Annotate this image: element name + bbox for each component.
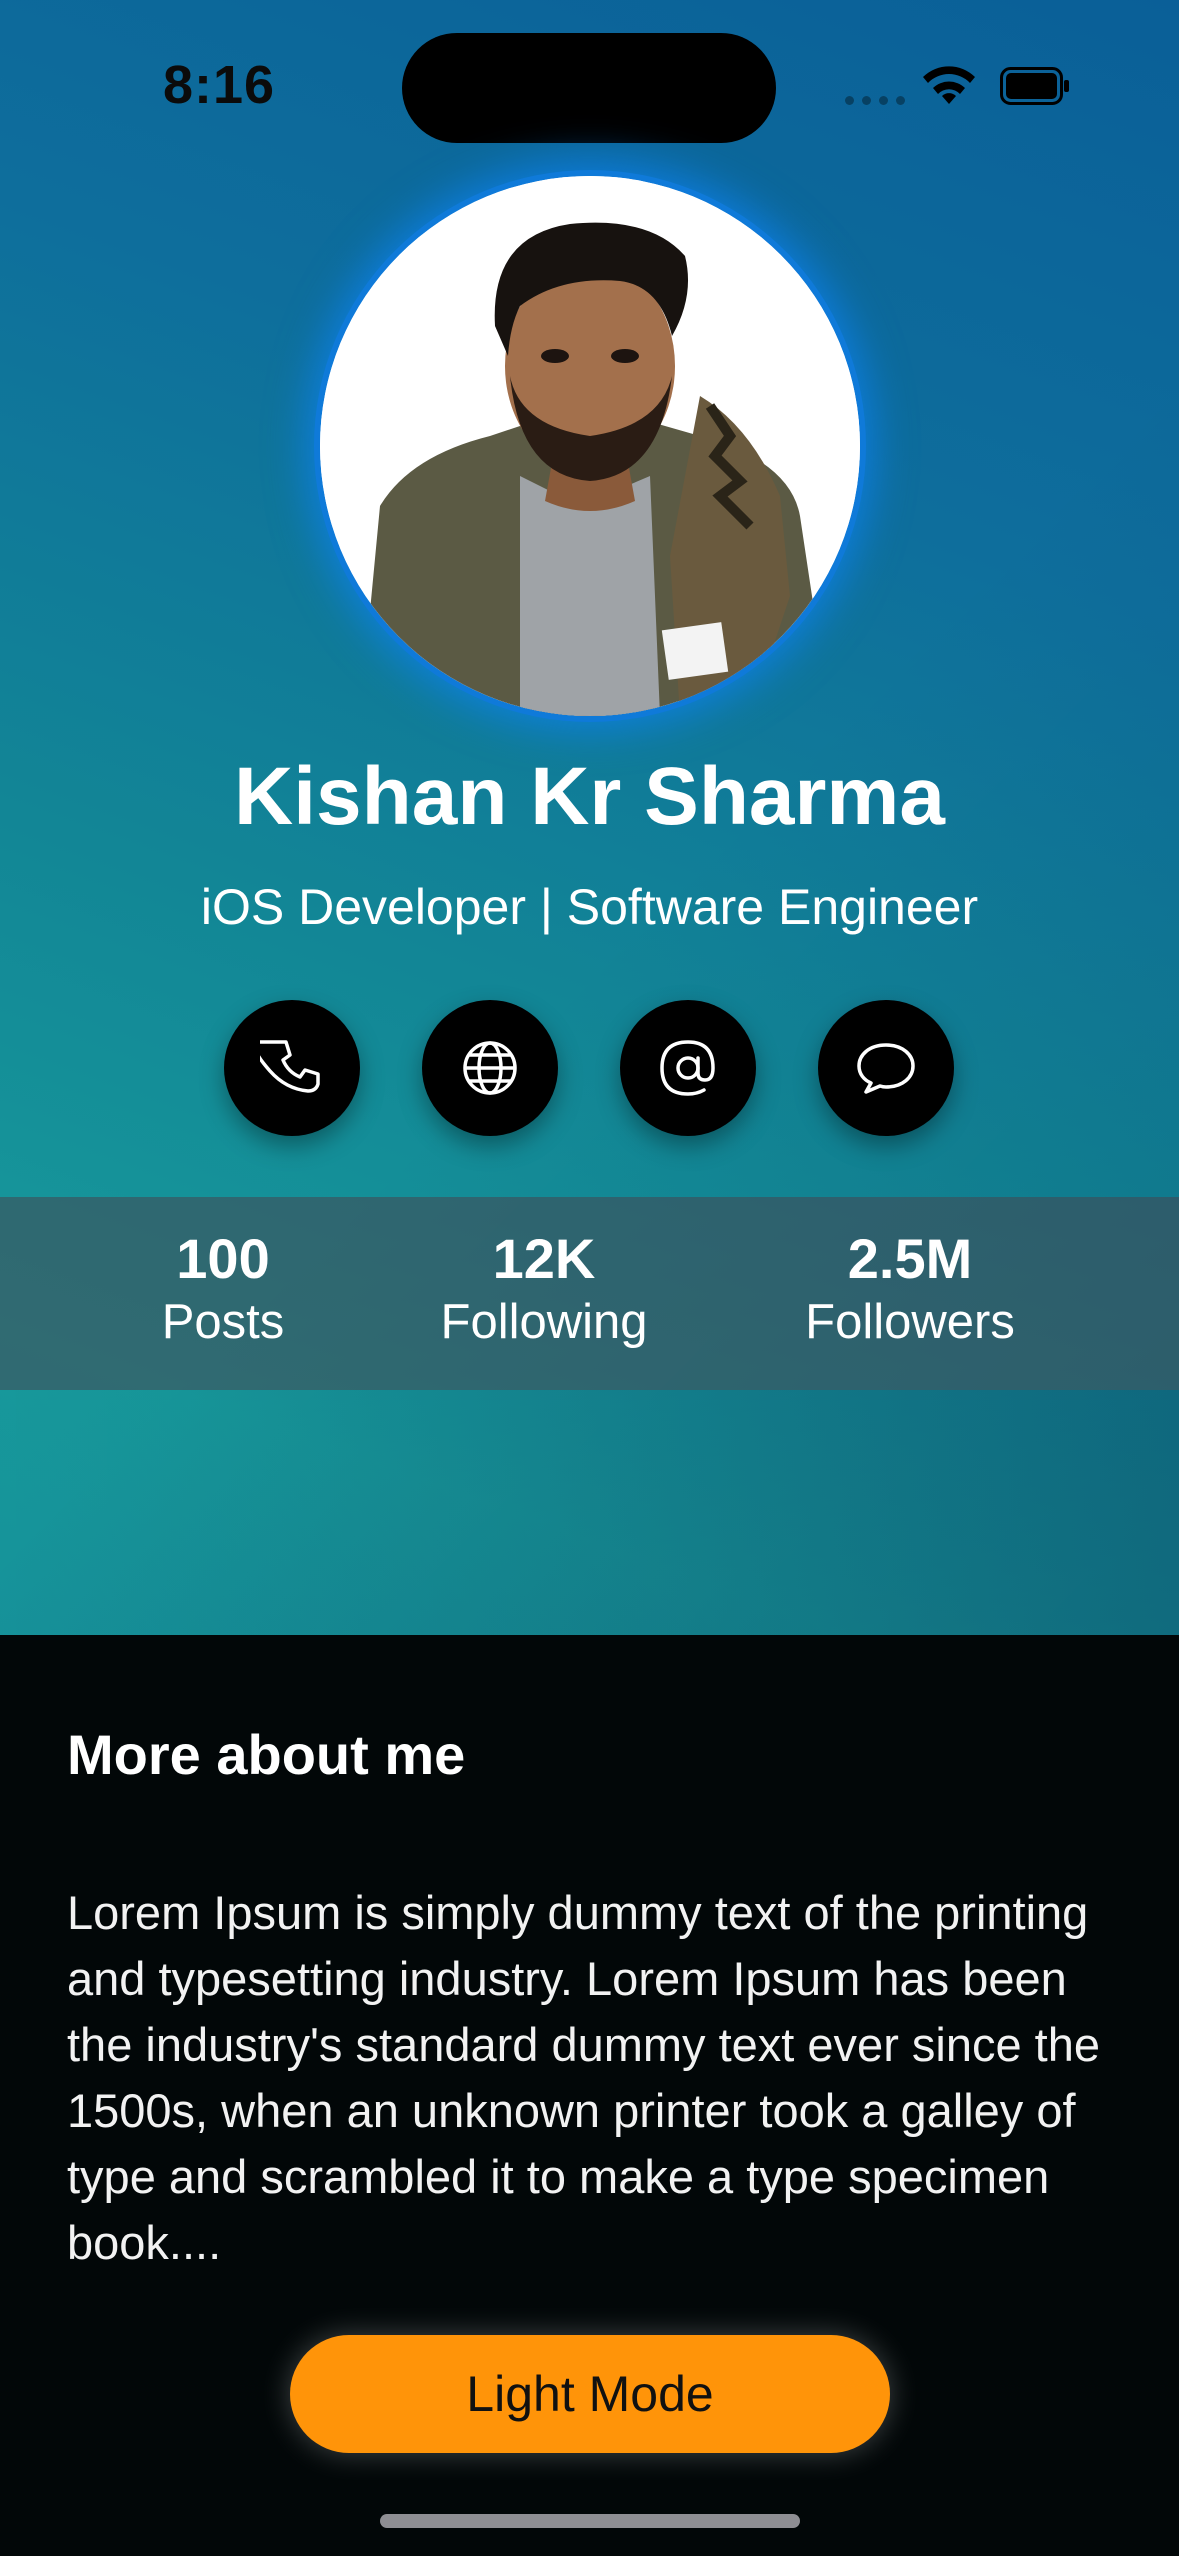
header-shade	[0, 1390, 1179, 1635]
stat-label: Following	[440, 1295, 648, 1349]
about-heading: More about me	[67, 1723, 466, 1786]
stat-following[interactable]: 12K Following	[441, 1227, 648, 1353]
website-button[interactable]	[422, 1000, 558, 1136]
about-body: Lorem Ipsum is simply dummy text of the …	[67, 1886, 1101, 2269]
message-icon	[857, 1043, 915, 1094]
profile-photo	[320, 176, 860, 716]
battery-icon	[1000, 67, 1069, 105]
contact-actions	[224, 1000, 954, 1136]
light-mode-button[interactable]: Light Mode	[290, 2335, 890, 2453]
stat-label: Followers	[805, 1295, 1015, 1349]
status-time: 8:16	[163, 55, 276, 115]
stat-value: 2.5M	[847, 1227, 973, 1290]
at-icon	[660, 1040, 715, 1096]
stat-value: 100	[176, 1227, 270, 1290]
globe-icon	[463, 1041, 517, 1095]
profile-avatar	[320, 176, 860, 716]
wifi-icon	[923, 66, 975, 104]
home-indicator[interactable]	[380, 2514, 800, 2528]
profile-title: iOS Developer | Software Engineer	[200, 879, 979, 935]
phone-button[interactable]	[224, 1000, 360, 1136]
stats-bar: 100 Posts 12K Following 2.5M Followers	[0, 1197, 1179, 1390]
stat-label: Posts	[161, 1295, 285, 1349]
stat-posts[interactable]: 100 Posts	[162, 1227, 285, 1353]
stat-followers[interactable]: 2.5M Followers	[805, 1227, 1015, 1353]
profile-name: Kishan Kr Sharma	[234, 751, 945, 842]
dynamic-island	[402, 33, 776, 143]
message-button[interactable]	[818, 1000, 954, 1136]
cellular-signal-icon	[845, 96, 905, 105]
stat-value: 12K	[492, 1227, 596, 1290]
email-button[interactable]	[620, 1000, 756, 1136]
phone-icon	[260, 1040, 320, 1093]
